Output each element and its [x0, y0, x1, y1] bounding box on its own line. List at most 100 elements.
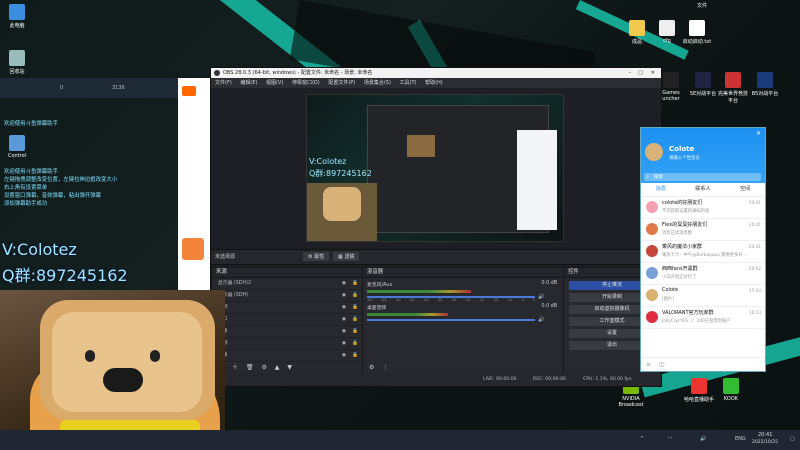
source-item[interactable]: 窗口◉🔒 [212, 314, 362, 326]
lock-icon[interactable]: 🔒 [352, 326, 358, 337]
qq-window[interactable]: Colote 请输入个性签名 搜索 ⌕ ✕ 消息 联系人 空间 colote的好… [640, 127, 766, 372]
danmaku-assistant-window[interactable]: 0 3136 [0, 78, 178, 98]
eye-icon[interactable]: ◉ [342, 278, 346, 289]
desktop-icon-stream-assistant[interactable]: 哈哈直播助手 [682, 378, 716, 403]
properties-button[interactable]: ⚙ 属性 [303, 252, 330, 261]
tab-space[interactable]: 空间 [740, 183, 750, 196]
minimize-icon[interactable]: – [629, 68, 632, 78]
qq-signature[interactable]: 请输入个性签名 [669, 155, 700, 161]
apps-icon[interactable]: ◫ [659, 361, 665, 368]
dog-left-eye [85, 350, 95, 362]
dog-right-eye [150, 350, 160, 362]
menu-edit[interactable]: 编辑(E) [240, 80, 257, 86]
mixer-scale-tick: -45 [408, 298, 415, 302]
close-icon[interactable]: ✕ [651, 68, 655, 78]
mixer-panel-title: 混音器 [363, 268, 563, 278]
lock-icon[interactable]: 🔒 [352, 290, 358, 301]
desktop-icon-kook[interactable]: KOOK [714, 378, 748, 402]
maximize-icon[interactable]: □ [638, 68, 643, 78]
eye-icon[interactable]: ◉ [342, 326, 346, 337]
avatar[interactable] [645, 143, 663, 161]
desktop-icon-txt[interactable]: 启动启动.txt [680, 20, 714, 45]
menu-help[interactable]: 帮助(H) [425, 80, 443, 86]
source-item[interactable]: 显示器 (SDH) ◉ 🔒 [212, 290, 362, 302]
eye-icon[interactable]: ◉ [342, 338, 346, 349]
mixer-scale-tick: -55 [380, 298, 387, 302]
list-item[interactable]: colote的好朋友们 不可获取设置的通知内容 20:41 [641, 197, 765, 219]
eye-icon[interactable]: ◉ [342, 290, 346, 301]
menu-icon[interactable]: ≡ [646, 361, 651, 368]
list-item[interactable]: Flex的臭臭好朋友们 消息已读消息数 20:41 [641, 219, 765, 241]
obs-preview-canvas[interactable]: V:Colotez Q群:897245162 [306, 94, 564, 242]
remove-source-icon[interactable]: 🗑 [246, 364, 254, 371]
eye-icon[interactable]: ◉ [342, 314, 346, 325]
clock-time[interactable]: 20:41 [758, 432, 772, 438]
desktop-audio-volume-slider[interactable] [367, 319, 535, 321]
qq-header: Colote 请输入个性签名 搜索 ⌕ ✕ [641, 128, 765, 183]
lock-icon[interactable]: 🔒 [352, 278, 358, 289]
menu-view[interactable]: 视图(V) [266, 80, 283, 86]
source-item[interactable]: 显示器 (SDH)2 ◉ 🔒 [212, 278, 362, 290]
avatar [646, 289, 658, 301]
source-item[interactable]: 视频◉🔒 [212, 302, 362, 314]
desktop-icon-cfg[interactable]: cfg [650, 20, 684, 44]
mixer-settings-icon[interactable]: ⚙ [369, 364, 374, 371]
desktop-icon-5e[interactable]: 5E对战平台 [686, 72, 720, 97]
mixer-scale-tick: -35 [436, 298, 443, 302]
menu-tools[interactable]: 工具(T) [400, 80, 417, 86]
desktop-icon-recycle-bin[interactable]: 回收站 [0, 50, 34, 75]
eye-icon[interactable]: ◉ [342, 350, 346, 361]
desktop-icon-computer[interactable]: 此电脑 [0, 4, 34, 29]
close-icon[interactable]: ✕ [756, 130, 761, 137]
tab-contacts[interactable]: 联系人 [695, 183, 711, 196]
source-item[interactable]: 视频◉🔒 [212, 338, 362, 350]
menu-profile[interactable]: 配置文件(P) [328, 80, 355, 86]
chat-preview: [图片] [662, 297, 674, 302]
danmaku-line: 添加弹幕助手成功 [4, 201, 48, 207]
recycle-bin-icon [9, 50, 25, 66]
desktop-icon-folder-finished[interactable]: 成品 [620, 20, 654, 45]
qq-username: Colote [669, 145, 695, 153]
mic-speaker-icon[interactable]: 🔊 [538, 294, 544, 300]
chevron-up-icon[interactable]: ^ [640, 436, 644, 442]
stream-assistant-icon [691, 378, 707, 394]
menu-scene-collection[interactable]: 场景集合(S) [364, 80, 391, 86]
move-down-icon[interactable]: ▼ [287, 364, 292, 371]
move-up-icon[interactable]: ▲ [275, 364, 280, 371]
desktop-icon-control[interactable]: Control [0, 135, 34, 159]
danmaku-line: 右上角有设置菜单 [4, 185, 48, 191]
obs-window[interactable]: OBS 28.0.3 (64-bit, windows) - 配置文件: 未命名… [210, 67, 662, 387]
menu-file[interactable]: 文件(F) [215, 80, 232, 86]
source-item[interactable]: 图像◉🔒 [212, 350, 362, 362]
mixer-menu-icon[interactable]: ⋮ [382, 364, 388, 371]
lock-icon[interactable]: 🔒 [352, 302, 358, 313]
add-source-icon[interactable]: ＋ [232, 364, 238, 371]
list-item[interactable]: VALORANT官方玩家群 JollyCry(YES..)：100已投票到账户 10… [641, 307, 765, 329]
notification-icon[interactable]: ▢ [790, 436, 795, 442]
lock-icon[interactable]: 🔒 [352, 314, 358, 325]
desktop-icon-b5[interactable]: B5对战平台 [748, 72, 782, 97]
tray-volume-icon[interactable]: 🔊 [700, 436, 706, 442]
clock-date[interactable]: 2022/10/25 [752, 440, 778, 445]
desktop-icon-perfect-world[interactable]: 完美世界竞技平台 [716, 72, 750, 104]
live-status: LIVE: 00:00:00 [483, 377, 517, 382]
obs-titlebar[interactable]: OBS 28.0.3 (64-bit, windows) - 配置文件: 未命名… [211, 68, 661, 78]
source-item[interactable]: 图像◉🔒 [212, 326, 362, 338]
epic-games-icon [663, 72, 679, 88]
menu-docks[interactable]: 停靠窗口(D) [292, 80, 320, 86]
source-settings-icon[interactable]: ⚙ [261, 364, 266, 371]
lock-icon[interactable]: 🔒 [352, 350, 358, 361]
tray-network-icon[interactable]: ◠ [668, 436, 672, 442]
list-item[interactable]: Colote [图片] 15:04 [641, 285, 765, 307]
list-item[interactable]: 西西fans开黑群 小白开始正好打了 20:02 [641, 263, 765, 285]
desktop-speaker-icon[interactable]: 🔊 [538, 317, 544, 323]
desktop-icon-files[interactable]: 文件 [685, 2, 719, 9]
language-indicator[interactable]: ENG [735, 436, 746, 442]
list-item[interactable]: 乘风的魔法小家群 乘风卡卡：中午@Barbapapa 需要更多开... 20:41 [641, 241, 765, 263]
qq-search-input[interactable]: 搜索 [644, 173, 761, 181]
filters-button[interactable]: ▦ 滤镜 [333, 252, 360, 261]
lock-icon[interactable]: 🔒 [352, 338, 358, 349]
avatar [646, 245, 658, 257]
tab-messages[interactable]: 消息 [656, 183, 666, 196]
eye-icon[interactable]: ◉ [342, 302, 346, 313]
